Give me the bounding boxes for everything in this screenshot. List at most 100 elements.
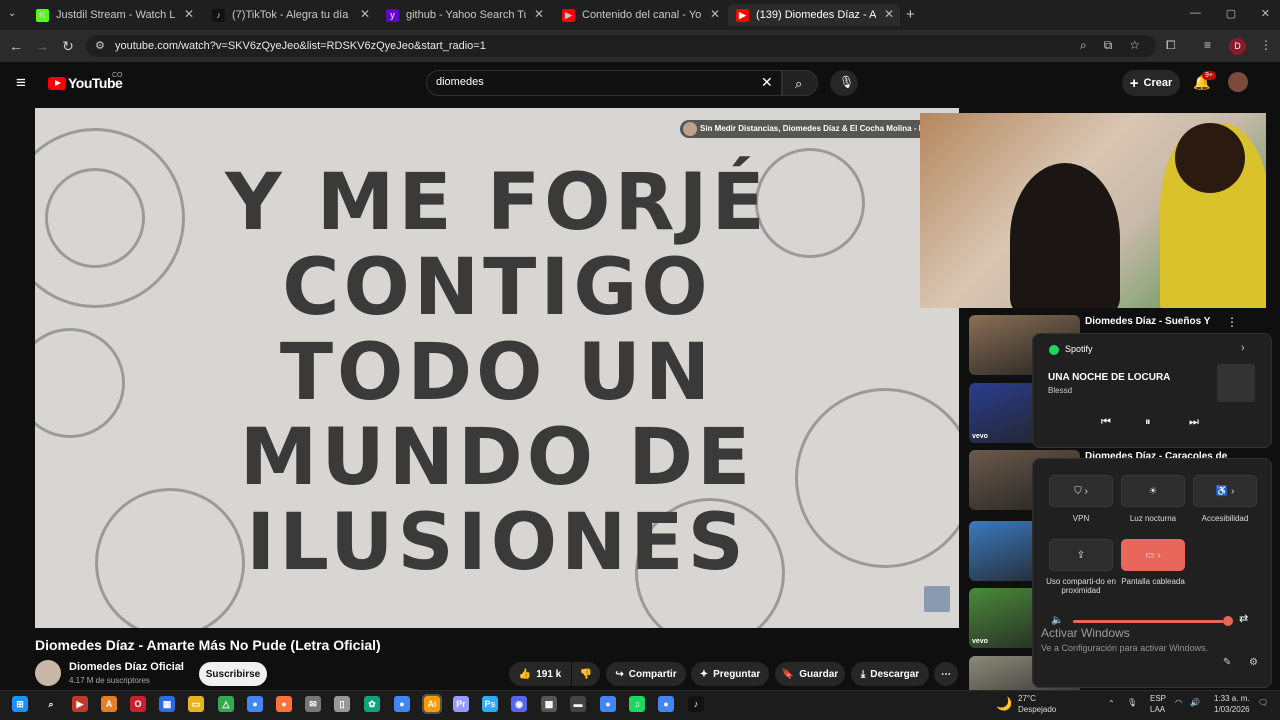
volume-thumb[interactable] [1223,616,1233,626]
audio-output-icon[interactable]: ⇄ [1239,612,1248,625]
cast-screen-toggle[interactable]: ▭ › [1121,539,1185,571]
video-player[interactable]: Y ME FORJÉ CONTIGO TODO UN MUNDO DE ILUS… [35,108,959,628]
firefox-icon[interactable]: ● [276,696,292,712]
channel-avatar[interactable] [35,660,61,686]
chevron-right-icon[interactable]: › [1241,342,1245,354]
save-button[interactable]: 🔖 Guardar [775,662,845,686]
volume-slider[interactable] [1073,620,1228,623]
browser-tab[interactable]: ▶ Contenido del canal - YouTube Studio ✕ [554,4,726,26]
chrome-icon[interactable]: ● [247,696,263,712]
windows-start-icon[interactable]: ⊞ [12,696,28,712]
chatgpt-icon[interactable]: ✿ [364,696,380,712]
account-avatar[interactable] [1228,72,1248,92]
extensions-icon[interactable]: ⧠ [1166,38,1176,53]
search-button[interactable]: ⌕ [782,70,818,96]
video-title[interactable]: Diomedes Díaz - Sueños Y [1085,316,1210,327]
language-code[interactable]: ESP [1150,694,1166,703]
clock-time[interactable]: 1:33 a. m. [1214,694,1250,703]
browser-tab[interactable]: y github - Yahoo Search Tus resultados ✕ [378,4,550,26]
tray-chevron-icon[interactable]: ⌃ [1108,699,1115,708]
minimize-icon[interactable]: — [1190,7,1201,20]
weather-desc[interactable]: Despejado [1018,705,1056,714]
search-input-value[interactable]: diomedes [436,76,484,88]
more-options-icon[interactable]: ⋮ [1226,315,1238,329]
vpn-toggle[interactable]: ⛉ › [1049,475,1113,507]
keyboard-layout[interactable]: LAA [1150,705,1165,714]
weather-moon-icon[interactable]: 🌙 [996,696,1012,712]
previous-track-icon[interactable]: ⏮ [1101,416,1111,429]
new-tab-button[interactable]: + [906,6,915,23]
voice-search-button[interactable]: 🎙 [830,70,858,96]
photoshop-icon[interactable]: Ps [482,696,498,712]
night-light-toggle[interactable]: ☀ [1121,475,1185,507]
discord-icon[interactable]: ◉ [511,696,527,712]
download-button[interactable]: ⤓ Descargar [851,662,929,686]
terminal-icon[interactable]: ▬ [570,696,586,712]
site-info-icon[interactable]: ⚙ [95,39,105,52]
reload-icon[interactable]: ↻ [58,37,78,55]
zoom-icon[interactable]: ⌕ [1080,38,1087,53]
dislike-button[interactable]: 👎 [572,662,600,686]
back-icon[interactable]: ← [6,37,26,55]
notification-center-icon[interactable]: 🗨 [1258,698,1268,707]
speaker-icon[interactable]: 🔈 [1051,615,1063,626]
close-tab-icon[interactable]: ✕ [534,7,544,21]
game-icon[interactable]: ▩ [541,696,557,712]
nearby-share-toggle[interactable]: ⇪ [1049,539,1113,571]
cast-icon[interactable]: ⧉ [1104,38,1113,53]
next-video-overlay[interactable]: Sin Medir Distancias, Diomedes Díaz & El… [680,120,945,138]
browser-tab[interactable]: K Justdil Stream - Watch Live on Kick ✕ [28,4,200,26]
ask-button[interactable]: ✦ Preguntar [691,662,769,686]
premiere-icon[interactable]: Pr [453,696,469,712]
hamburger-menu-icon[interactable]: ≡ [16,73,26,93]
tab-list-icon[interactable]: ⌄ [8,8,16,19]
wifi-icon[interactable]: ◠ [1175,698,1182,707]
opera-icon[interactable]: O [130,696,146,712]
create-button[interactable]: + Crear [1122,70,1180,96]
drive-icon[interactable]: △ [218,696,234,712]
app-icon[interactable]: A [101,696,117,712]
close-tab-icon[interactable]: ✕ [884,7,894,21]
browser-tab[interactable]: ♪ (7)TikTok - Alegra tu día ✕ [204,4,376,26]
pause-icon[interactable]: ⏸ [1145,416,1151,429]
close-window-icon[interactable]: ✕ [1261,7,1270,20]
file-icon[interactable]: ▯ [334,696,350,712]
browser-menu-icon[interactable]: ⋮ [1260,38,1272,52]
profile-avatar[interactable]: D [1229,38,1246,55]
forward-icon[interactable]: → [32,37,52,55]
subscribe-button[interactable]: Suscribirse [199,662,267,686]
clear-search-icon[interactable]: ✕ [761,74,773,91]
chrome-icon[interactable]: ● [600,696,616,712]
mic-tray-icon[interactable]: 🎙 [1127,698,1137,707]
settings-gear-icon[interactable]: ⚙ [1249,657,1258,668]
spotify-icon[interactable]: ♫ [629,696,645,712]
tiktok-icon[interactable]: ♪ [688,696,704,712]
clock-date[interactable]: 1/03/2026 [1214,705,1250,714]
illustrator-icon[interactable]: Ai [422,694,442,714]
maximize-icon[interactable]: ▢ [1226,7,1236,20]
url-text[interactable]: youtube.com/watch?v=SKV6zQyeJeo&list=RDS… [115,40,486,52]
volume-tray-icon[interactable]: 🔊 [1190,698,1200,707]
edit-icon[interactable]: ✎ [1223,657,1231,668]
close-tab-icon[interactable]: ✕ [710,7,720,21]
bookmark-star-icon[interactable]: ☆ [1129,38,1140,53]
channel-name[interactable]: Diomedes Díaz Oficial [69,661,184,673]
youtube-logo-icon[interactable] [48,77,66,90]
close-tab-icon[interactable]: ✕ [360,7,370,21]
browser-tab[interactable]: ▶ (139) Diomedes Díaz - Amarte Más No Pud… [728,4,900,26]
chrome-icon[interactable]: ● [394,696,410,712]
file-explorer-icon[interactable]: ▭ [188,696,204,712]
close-tab-icon[interactable]: ✕ [184,7,194,21]
mail-icon[interactable]: ✉ [305,696,321,712]
channel-watermark[interactable] [924,586,950,612]
next-track-icon[interactable]: ⏭ [1189,416,1199,429]
accessibility-toggle[interactable]: ♿ › [1193,475,1257,507]
share-button[interactable]: ↪ Compartir [606,662,686,686]
media-control-icon[interactable]: ≡ [1204,38,1211,52]
media-player-icon[interactable]: ▶ [72,696,88,712]
weather-temp[interactable]: 27°C [1018,694,1036,703]
chrome-icon[interactable]: ● [658,696,674,712]
store-icon[interactable]: ▦ [159,696,175,712]
more-actions-button[interactable]: ⋯ [934,662,958,686]
search-icon[interactable]: ⌕ [43,696,59,712]
